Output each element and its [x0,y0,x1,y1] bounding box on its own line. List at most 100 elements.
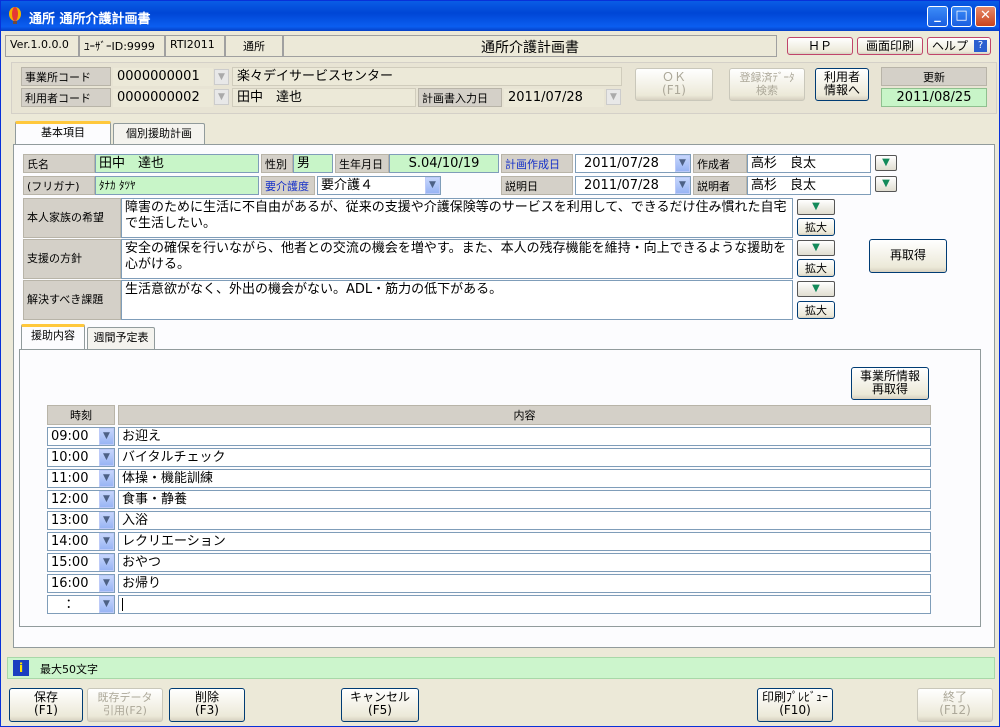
content-input[interactable]: おやつ [118,553,931,572]
title-bar[interactable]: 通所 通所介護計画書 _ □ ✕ [1,1,999,31]
empty-content-input[interactable] [118,595,931,614]
office-reacquire-button[interactable]: 事業所情報 再取得 [851,367,929,400]
print-preview-button[interactable]: 印刷ﾌﾟﾚﾋﾞｭｰ (F10) [757,688,833,722]
save-button[interactable]: 保存 (F1) [9,688,83,722]
cancel-key: (F5) [368,703,392,717]
time-select[interactable]: 15:00 ▼ [47,553,115,572]
plan-date-dropdown[interactable]: ▼ [606,89,621,105]
close-button[interactable]: ✕ [975,6,996,27]
time-value: 09:00 [51,429,89,444]
explainer-label: 説明者 [693,176,747,195]
tab-assist[interactable]: 援助内容 [21,324,85,349]
explain-date-field[interactable]: 2011/07/28 ▼ [575,176,691,195]
screen-title: 通所介護計画書 [283,35,777,57]
time-dropdown[interactable]: ▼ [99,533,114,550]
wish-select-button[interactable]: ▼ [797,199,835,215]
empty-time-dropdown[interactable]: ▼ [99,596,114,613]
help-button[interactable]: ヘルプ ? [927,37,991,55]
plan-made-field[interactable]: 2011/07/28 ▼ [575,154,691,173]
office-code-dropdown: ▼ [214,69,229,85]
time-select[interactable]: 16:00 ▼ [47,574,115,593]
reacquire-button[interactable]: 再取得 [869,239,947,273]
policy-select-button[interactable]: ▼ [797,240,835,256]
copy-existing-button[interactable]: 既存データ 引用(F2) [87,688,163,722]
explain-date-dropdown[interactable]: ▼ [675,177,690,194]
user-code-label: 利用者コード [21,88,111,107]
content-input[interactable]: バイタルチェック [118,448,931,467]
sex-label: 性別 [261,154,293,173]
main-window: 通所 通所介護計画書 _ □ ✕ Ver.1.0.0.0 ﾕｰｻﾞｰID:999… [0,0,1000,727]
care-level-select[interactable]: 要介護４ ▼ [317,176,441,195]
content-column-header: 内容 [118,405,931,425]
user-info-label2: 情報へ [823,83,860,97]
ok-key: (F1) [662,83,686,97]
user-code-dropdown[interactable]: ▼ [214,89,229,105]
tab-individual[interactable]: 個別援助計画 [113,123,205,144]
time-dropdown[interactable]: ▼ [99,491,114,508]
exit-key: (F12) [939,703,971,717]
content-input[interactable]: レクリエーション [118,532,931,551]
tab-weekly[interactable]: 週間予定表 [87,327,155,349]
ok-button[interactable]: ＯＫ (F1) [635,68,713,101]
hp-button[interactable]: ＨＰ [787,37,853,55]
plan-made-value: 2011/07/28 [584,156,659,171]
issue-label: 解決すべき課題 [23,280,121,320]
time-select[interactable]: 14:00 ▼ [47,532,115,551]
policy-textarea[interactable]: 安全の確保を行いながら、他者との交流の機会を増やす。また、本人の残存機能を維持・… [121,239,793,279]
issue-textarea[interactable]: 生活意欲がなく、外出の機会がない。ADL・筋力の低下がある。 [121,280,793,320]
time-select[interactable]: 13:00 ▼ [47,511,115,530]
wish-expand-button[interactable]: 拡大 [797,218,835,236]
copy-label: 既存データ [97,691,153,704]
time-select[interactable]: 09:00 ▼ [47,427,115,446]
time-select[interactable]: 12:00 ▼ [47,490,115,509]
minimize-button[interactable]: _ [927,6,948,27]
issue-expand-button[interactable]: 拡大 [797,301,835,319]
explainer-select-button[interactable]: ▼ [875,176,897,192]
care-level-label: 要介護度 [261,176,315,195]
policy-expand-button[interactable]: 拡大 [797,259,835,277]
content-input[interactable]: 食事・静養 [118,490,931,509]
maximize-button[interactable]: □ [951,6,972,27]
time-dropdown[interactable]: ▼ [99,512,114,529]
wish-textarea[interactable]: 障害のために生活に不自由があるが、従来の支援や介護保険等のサービスを利用して、で… [121,198,793,238]
issue-select-button[interactable]: ▼ [797,281,835,297]
author-value[interactable]: 高杉 良太 [747,154,871,173]
policy-label: 支援の方針 [23,239,121,279]
content-input[interactable]: お帰り [118,574,931,593]
time-select[interactable]: 11:00 ▼ [47,469,115,488]
content-input[interactable]: お迎え [118,427,931,446]
code-label: RTI2011 [165,35,225,57]
time-dropdown[interactable]: ▼ [99,554,114,571]
preview-key: (F10) [779,703,811,717]
sex-value: 男 [293,154,333,173]
name-label: 氏名 [23,154,95,173]
office-name-value: 楽々デイサービスセンター [232,67,622,86]
exit-button[interactable]: 終了 (F12) [917,688,993,722]
time-value: 16:00 [51,576,89,591]
care-level-value: 要介護４ [321,178,374,193]
registered-search-button[interactable]: 登録済ﾃﾞｰﾀ 検索 [729,68,805,101]
plan-made-dropdown[interactable]: ▼ [675,155,690,172]
update-label: 更新 [881,67,987,86]
care-level-dropdown[interactable]: ▼ [425,177,440,194]
empty-time-select[interactable]: ： ▼ [47,595,115,614]
time-dropdown[interactable]: ▼ [99,428,114,445]
wish-label: 本人家族の希望 [23,198,121,238]
time-dropdown[interactable]: ▼ [99,470,114,487]
cancel-button[interactable]: キャンセル (F5) [341,688,419,722]
user-info-button[interactable]: 利用者 情報へ [815,68,869,101]
tab-basic[interactable]: 基本項目 [15,121,111,144]
delete-button[interactable]: 削除 (F3) [169,688,245,722]
content-input[interactable]: 体操・機能訓練 [118,469,931,488]
print-screen-button[interactable]: 画面印刷 [857,37,923,55]
content-input[interactable]: 入浴 [118,511,931,530]
service-label: 通所 [225,35,283,57]
info-icon: i [13,660,29,676]
plan-date-label: 計画書入力日 [418,88,502,107]
time-select[interactable]: 10:00 ▼ [47,448,115,467]
author-select-button[interactable]: ▼ [875,155,897,171]
time-dropdown[interactable]: ▼ [99,449,114,466]
time-dropdown[interactable]: ▼ [99,575,114,592]
explainer-value[interactable]: 高杉 良太 [747,176,871,195]
time-value: 14:00 [51,534,89,549]
